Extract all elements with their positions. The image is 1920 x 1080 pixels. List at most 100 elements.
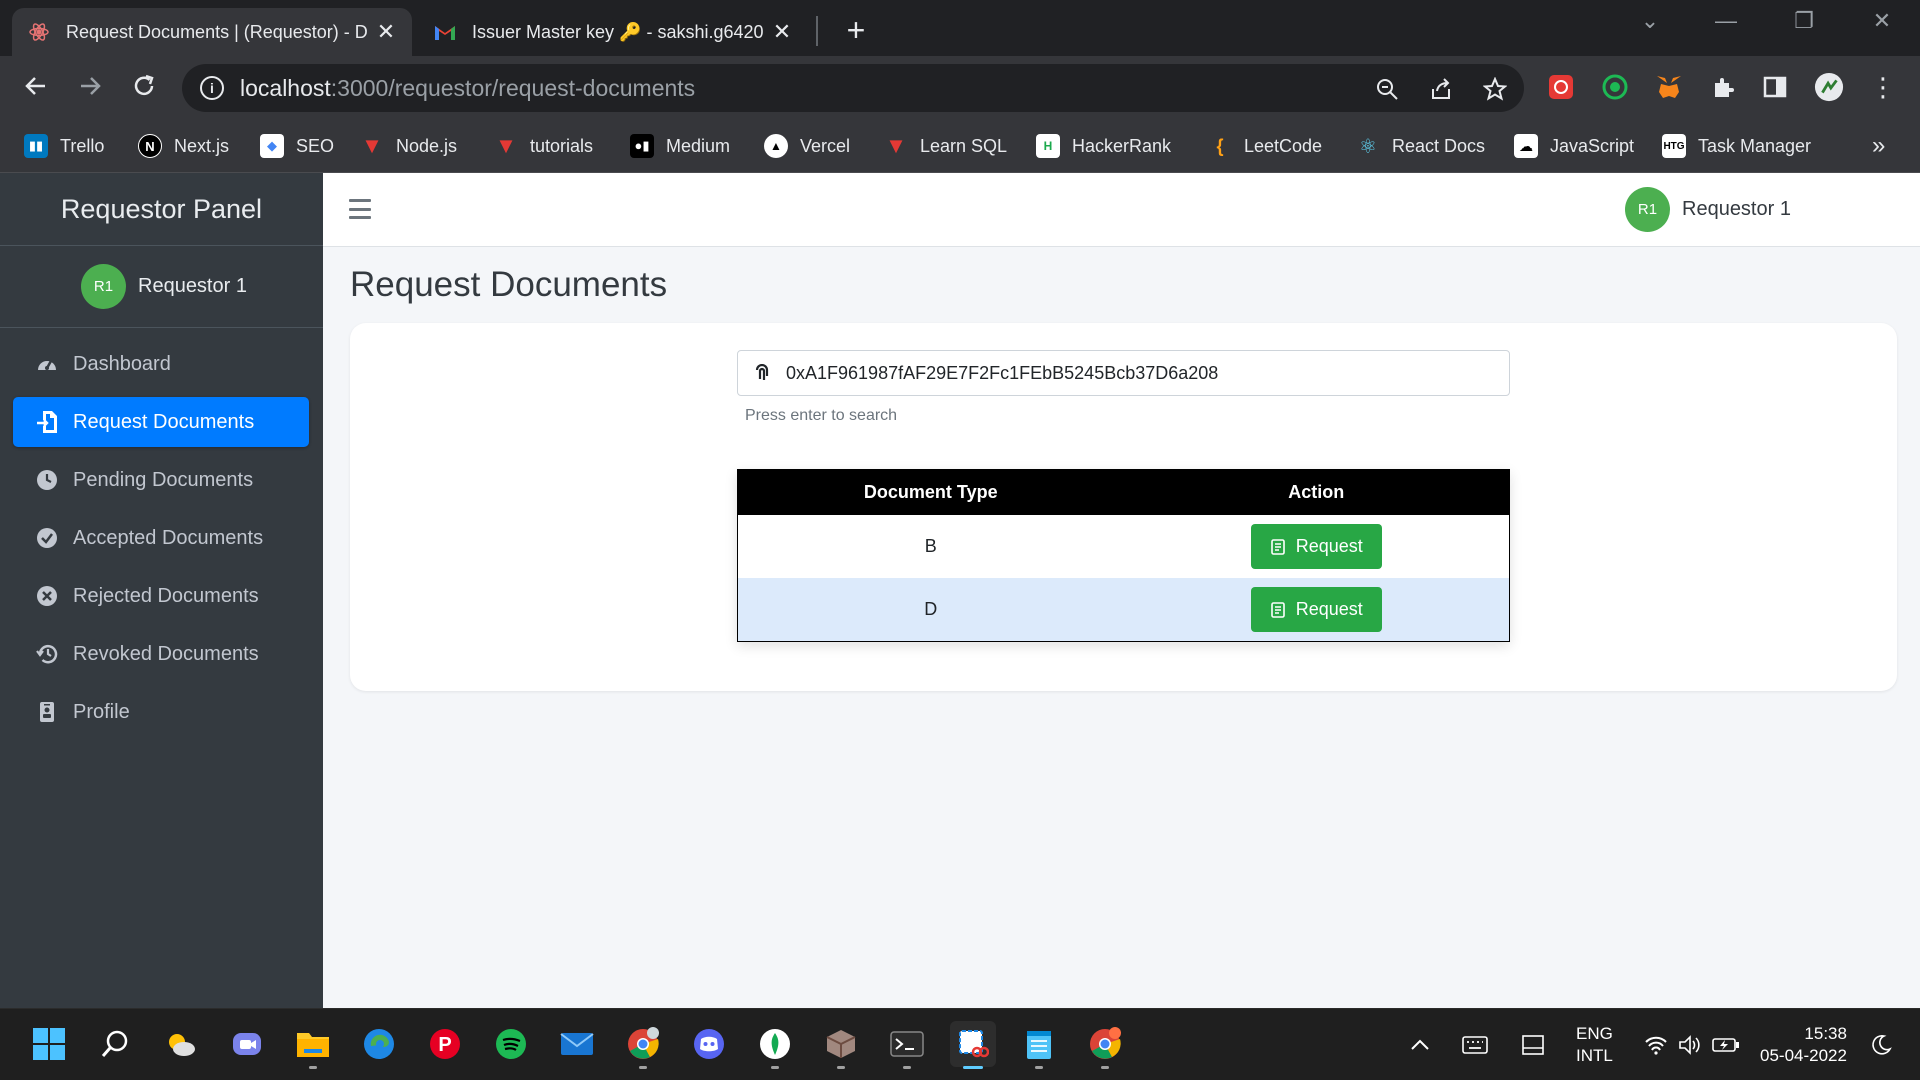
request-button-label: Request	[1295, 536, 1363, 556]
profile-avatar-icon[interactable]	[1814, 72, 1844, 102]
mongodb-compass-icon[interactable]	[752, 1021, 798, 1069]
snipping-tool-icon[interactable]	[950, 1021, 996, 1069]
sidebar-item-dashboard[interactable]: Dashboard	[13, 339, 309, 389]
sidebar-item-label: Accepted Documents	[73, 526, 264, 549]
bookmark-leetcode[interactable]: {LeetCode	[1208, 129, 1322, 163]
tab-request-documents[interactable]: Request Documents | (Requestor) - D ✕	[12, 8, 412, 56]
pinterest-icon[interactable]: P	[422, 1021, 468, 1067]
browser-tab-bar: Request Documents | (Requestor) - D ✕ Is…	[0, 0, 1920, 56]
chrome-canary-icon[interactable]	[1082, 1021, 1128, 1069]
bookmark-learn-sql[interactable]: ▼ Learn SQL	[884, 129, 1007, 163]
focus-assist-moon-icon[interactable]	[1870, 1009, 1892, 1080]
close-window-button[interactable]: ✕	[1862, 8, 1902, 34]
weather-icon[interactable]	[158, 1021, 204, 1067]
zoom-icon[interactable]	[1372, 74, 1402, 104]
windows-start-icon[interactable]	[26, 1021, 72, 1067]
notepad-icon[interactable]	[1016, 1021, 1062, 1069]
fingerprint-icon	[752, 363, 772, 383]
tablet-mode-icon[interactable]	[1522, 1009, 1544, 1080]
wifi-icon[interactable]	[1644, 1009, 1668, 1080]
more-bookmarks-button[interactable]: »	[1872, 129, 1885, 163]
input-language[interactable]: ENG INTL	[1576, 1009, 1613, 1080]
sidebar-item-accepted-documents[interactable]: Accepted Documents	[13, 513, 309, 563]
bookmark-react-docs[interactable]: ⚛ React Docs	[1356, 129, 1485, 163]
bookmark-javascript[interactable]: ☁ JavaScript	[1514, 129, 1634, 163]
teams-chat-icon[interactable]	[224, 1021, 270, 1067]
brand-title[interactable]: Requestor Panel	[0, 173, 323, 246]
side-panel-icon[interactable]	[1760, 72, 1790, 102]
action-cell: Request	[1124, 515, 1510, 578]
bookmark-task-manager[interactable]: HTG Task Manager	[1662, 129, 1811, 163]
times-circle-icon	[35, 584, 59, 608]
sidebar-item-rejected-documents[interactable]: Rejected Documents	[13, 571, 309, 621]
search-hint: Press enter to search	[745, 407, 898, 424]
package-box-icon[interactable]	[818, 1021, 864, 1069]
clock[interactable]: 15:38 05-04-2022	[1760, 1009, 1847, 1080]
forward-button[interactable]	[70, 66, 110, 106]
clock-icon	[35, 468, 59, 492]
close-tab-icon[interactable]: ✕	[376, 19, 396, 45]
bookmark-nodejs[interactable]: ▼ Node.js	[360, 129, 457, 163]
bookmark-seo[interactable]: ◆ SEO	[260, 129, 334, 163]
address-search-input[interactable]: 0xA1F961987fAF29E7F2Fc1FEbB5245Bcb37D6a2…	[737, 350, 1510, 396]
navbar-user[interactable]: R1 Requestor 1	[1625, 187, 1791, 232]
keyboard-layout: INTL	[1576, 1046, 1613, 1065]
bookmark-hackerrank[interactable]: H HackerRank	[1036, 129, 1171, 163]
site-info-icon[interactable]: i	[200, 76, 224, 100]
top-navbar: R1 Requestor 1	[323, 173, 1920, 247]
tab-search-chevron-icon[interactable]: ⌄	[1630, 8, 1670, 34]
tab-gmail[interactable]: Issuer Master key 🔑 - sakshi.g6420 ✕	[418, 8, 808, 56]
tab-title: Issuer Master key 🔑 - sakshi.g6420	[472, 21, 764, 42]
request-button[interactable]: Request	[1250, 524, 1382, 569]
sidebar-item-revoked-documents[interactable]: Revoked Documents	[13, 629, 309, 679]
file-explorer-icon[interactable]	[290, 1021, 336, 1069]
search-icon[interactable]	[92, 1021, 138, 1067]
back-button[interactable]	[16, 66, 56, 106]
bookmark-star-icon[interactable]	[1480, 74, 1510, 104]
request-button[interactable]: Request	[1250, 587, 1382, 632]
id-badge-icon	[35, 700, 59, 724]
battery-charging-icon[interactable]	[1712, 1009, 1740, 1080]
bookmark-trello[interactable]: ▮▮ Trello	[24, 129, 104, 163]
edge-icon[interactable]	[356, 1021, 402, 1067]
discord-icon[interactable]	[686, 1021, 732, 1067]
bookmarks-bar: ▮▮ Trello N Next.js ◆ SEO ▼ Node.js ▼ tutoria…	[0, 119, 1920, 173]
new-tab-button[interactable]: +	[840, 12, 872, 49]
mail-icon[interactable]	[554, 1021, 600, 1067]
address-bar[interactable]: i localhost:3000/requestor/request-docum…	[182, 64, 1524, 112]
browser-toolbar: i localhost:3000/requestor/request-docum…	[0, 56, 1920, 119]
browser-menu-icon[interactable]: ⋮	[1868, 72, 1898, 102]
metamask-icon[interactable]	[1654, 72, 1684, 102]
sidebar-item-label: Pending Documents	[73, 468, 254, 491]
terminal-icon[interactable]	[884, 1021, 930, 1069]
volume-icon[interactable]	[1678, 1009, 1702, 1080]
seo-icon: ◆	[260, 134, 284, 158]
show-hidden-icons-chevron-icon[interactable]	[1410, 1009, 1430, 1080]
bookmark-medium[interactable]: ●▮ Medium	[630, 129, 730, 163]
chrome-icon[interactable]	[620, 1021, 666, 1069]
bookmark-nextjs[interactable]: N Next.js	[138, 129, 229, 163]
page-title: Request Documents	[350, 265, 668, 304]
extensions-puzzle-icon[interactable]	[1708, 72, 1738, 102]
sidebar-item-request-documents[interactable]: Request Documents	[13, 397, 309, 447]
bookmark-vercel[interactable]: ▲ Vercel	[764, 129, 850, 163]
restore-button[interactable]: ❐	[1784, 8, 1824, 34]
extension-redux-icon[interactable]	[1546, 72, 1576, 102]
minimize-button[interactable]: —	[1706, 8, 1746, 34]
sidebar-user-name[interactable]: Requestor 1	[138, 275, 247, 298]
sidebar-item-label: Request Documents	[73, 410, 255, 433]
share-icon[interactable]	[1426, 74, 1456, 104]
sidebar-item-profile[interactable]: Profile	[13, 687, 309, 737]
main-content: Request Documents 0xA1F961987fAF29E7F2Fc…	[323, 247, 1920, 1008]
tab-divider	[816, 16, 818, 46]
table-header: Document Type Action	[738, 470, 1509, 515]
react-favicon-icon	[28, 21, 50, 43]
extension-target-icon[interactable]	[1600, 72, 1630, 102]
close-tab-icon[interactable]: ✕	[772, 19, 792, 45]
touch-keyboard-icon[interactable]	[1462, 1009, 1488, 1080]
hamburger-menu-icon[interactable]	[349, 199, 371, 219]
spotify-icon[interactable]	[488, 1021, 534, 1067]
bookmark-tutorials[interactable]: ▼ tutorials	[494, 129, 593, 163]
sidebar-item-pending-documents[interactable]: Pending Documents	[13, 455, 309, 505]
reload-button[interactable]	[124, 66, 164, 106]
